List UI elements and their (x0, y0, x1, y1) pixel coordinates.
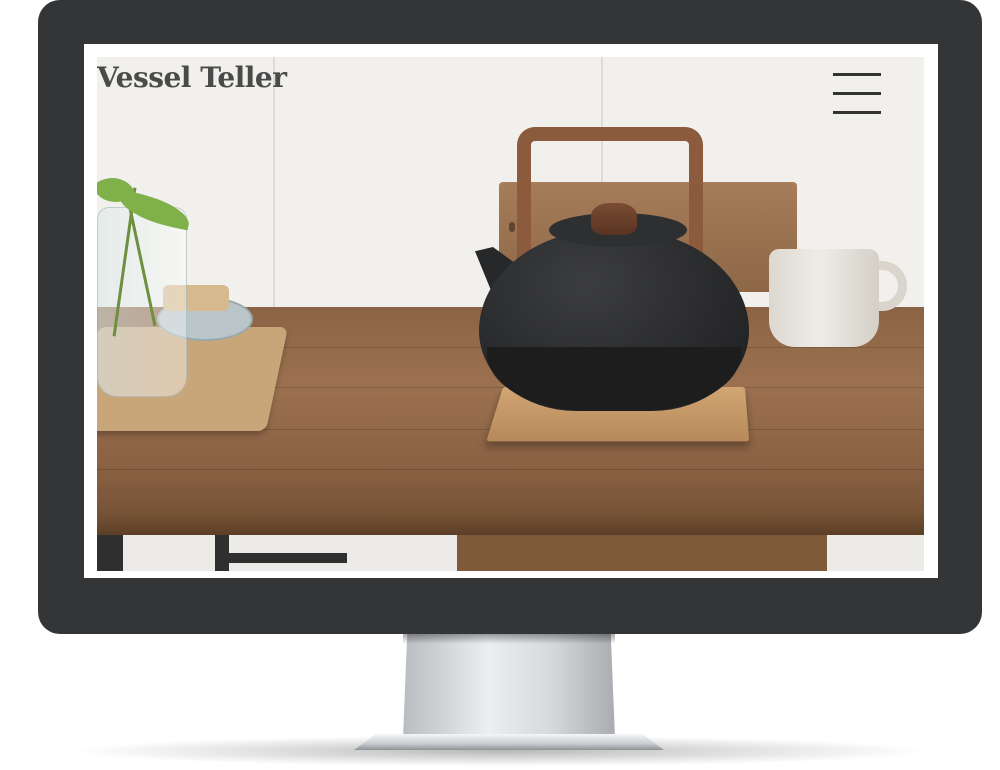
teapot-knob (591, 203, 637, 235)
website-viewport: Vessel Teller (97, 57, 924, 571)
wood-grain (97, 469, 924, 470)
table-brace (227, 553, 347, 563)
hamburger-menu-icon[interactable] (833, 73, 881, 115)
monitor-neck-shadow (403, 634, 615, 644)
monitor-stand-base (354, 734, 664, 750)
menu-bar (833, 92, 881, 95)
mug (769, 249, 879, 347)
wall-panel-line (273, 57, 275, 317)
chair-seat (457, 535, 827, 571)
menu-bar (833, 111, 881, 114)
table-leg (97, 535, 123, 571)
monitor-screen: Vessel Teller (84, 44, 938, 578)
site-title[interactable]: Vessel Teller (97, 61, 287, 94)
monitor-stand-neck (403, 634, 615, 738)
glass-vase (97, 207, 187, 397)
menu-bar (833, 73, 881, 76)
table-edge (97, 509, 924, 535)
chair-slot (509, 222, 515, 232)
